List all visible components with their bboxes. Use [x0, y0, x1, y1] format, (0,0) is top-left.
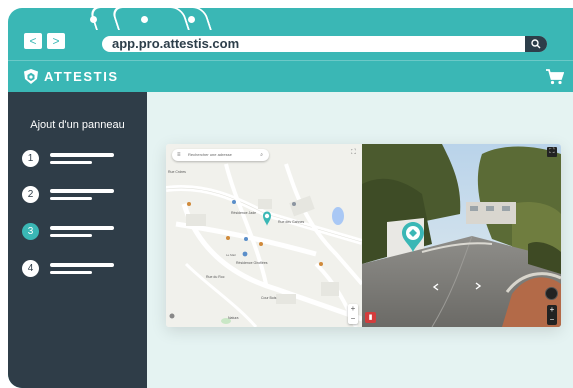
browser-window: < > app.pro.attestis.com ATTESTIS Ajout … [8, 8, 573, 388]
sidebar: Ajout d'un panneau 1 2 3 4 [8, 92, 147, 388]
street-zoom-control: + − [547, 305, 557, 325]
svg-text:Résidence Jade: Résidence Jade [231, 211, 256, 215]
step-2[interactable]: 2 [22, 186, 142, 206]
search-icon[interactable]: ⌕ [260, 149, 263, 161]
map-zoom-control: + − [348, 304, 358, 324]
street-zoom-in-button[interactable]: + [547, 305, 557, 315]
map-zoom-in-button[interactable]: + [348, 304, 358, 314]
browser-tabs [8, 8, 573, 30]
step-number: 1 [22, 150, 39, 167]
svg-text:Natura: Natura [228, 316, 239, 320]
location-panel: Rue Crdres Résidence Jade Rue des Gahnes… [166, 144, 561, 327]
map-search-input[interactable]: ≡ Rechercher une adresse ⌕ [172, 149, 269, 161]
step-4[interactable]: 4 [22, 260, 142, 280]
step-sublabel-placeholder [50, 197, 92, 200]
step-label-placeholder [50, 226, 114, 230]
step-3[interactable]: 3 [22, 223, 142, 243]
sidebar-title: Ajout d'un panneau [30, 119, 125, 131]
street-view[interactable]: ⛶ + − ▮ [362, 144, 561, 327]
step-sublabel-placeholder [50, 234, 92, 237]
address-bar[interactable]: app.pro.attestis.com [102, 36, 547, 52]
app-header: ATTESTIS [8, 60, 573, 93]
tab-dot [141, 16, 148, 23]
cart-icon[interactable] [546, 69, 564, 85]
map-canvas[interactable]: Rue Crdres Résidence Jade Rue des Gahnes… [166, 144, 362, 327]
tab-dot [188, 16, 195, 23]
svg-text:Résidence Giroflées: Résidence Giroflées [236, 261, 268, 265]
location-pin-icon[interactable] [402, 222, 424, 252]
browser-tab[interactable] [110, 8, 212, 30]
step-label-placeholder [50, 153, 114, 157]
step-sublabel-placeholder [50, 271, 92, 274]
step-1[interactable]: 1 [22, 150, 142, 170]
map-zoom-out-button[interactable]: − [348, 314, 358, 324]
fullscreen-icon[interactable]: ⛶ [547, 147, 557, 157]
compass-icon[interactable] [545, 287, 558, 300]
forward-button[interactable]: > [47, 33, 65, 49]
svg-text:Cour Bois: Cour Bois [261, 296, 277, 300]
street-view-image[interactable] [362, 144, 561, 327]
step-sublabel-placeholder [50, 161, 92, 164]
main-content: Rue Crdres Résidence Jade Rue des Gahnes… [147, 92, 573, 388]
tab-dot [90, 16, 97, 23]
shield-logo-icon[interactable] [24, 69, 38, 84]
pegman-icon[interactable]: ▮ [365, 312, 376, 323]
menu-icon[interactable]: ≡ [177, 149, 181, 161]
search-icon[interactable] [525, 36, 547, 52]
step-number: 2 [22, 186, 39, 203]
map-search-placeholder: Rechercher une adresse [188, 152, 232, 157]
step-label-placeholder [50, 263, 114, 267]
brand-name[interactable]: ATTESTIS [44, 69, 119, 85]
step-number: 3 [22, 223, 39, 240]
back-button[interactable]: < [24, 33, 42, 49]
svg-text:Rue des Gahnes: Rue des Gahnes [278, 220, 305, 224]
svg-text:Rue Crdres: Rue Crdres [168, 170, 186, 174]
svg-text:Le Mail: Le Mail [226, 253, 236, 257]
street-zoom-out-button[interactable]: − [547, 315, 557, 325]
svg-text:Rue du Roc: Rue du Roc [206, 275, 225, 279]
step-label-placeholder [50, 189, 114, 193]
step-number: 4 [22, 260, 39, 277]
map-view[interactable]: Rue Crdres Résidence Jade Rue des Gahnes… [166, 144, 362, 327]
fullscreen-icon[interactable]: ⛶ [349, 148, 358, 157]
url-text[interactable]: app.pro.attestis.com [112, 36, 239, 52]
